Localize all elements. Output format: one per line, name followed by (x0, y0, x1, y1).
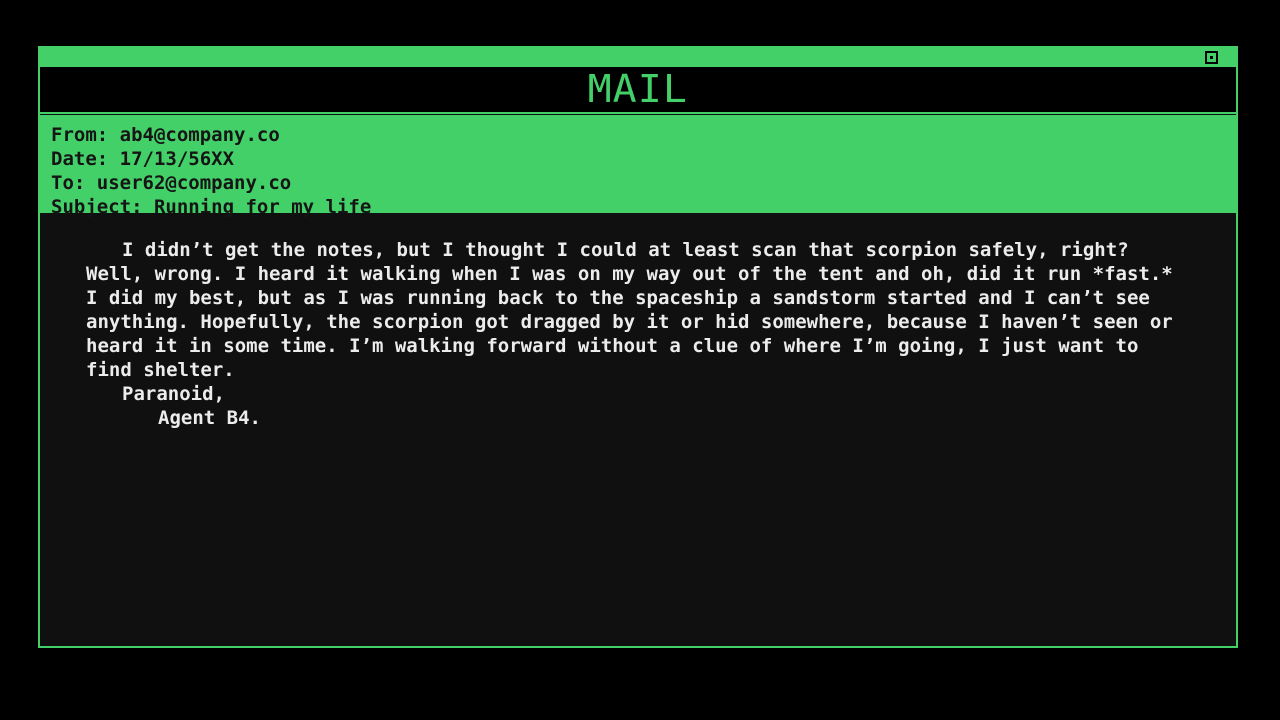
email-signoff: Paranoid, (122, 383, 225, 405)
mail-window: MAIL From: ab4@company.co Date: 17/13/56… (38, 46, 1238, 648)
window-titlebar[interactable] (40, 48, 1236, 67)
email-meta: From: ab4@company.co Date: 17/13/56XX To… (40, 115, 1236, 218)
email-signature: Agent B4. (158, 407, 261, 429)
email-to: To: user62@company.co (51, 172, 292, 194)
email-body: I didn’t get the notes, but I thought I … (40, 213, 1236, 430)
email-date: Date: 17/13/56XX (51, 148, 235, 170)
mail-header: MAIL (40, 67, 1236, 114)
close-icon[interactable] (1205, 51, 1218, 64)
email-from: From: ab4@company.co (51, 124, 280, 146)
email-body-text: I didn’t get the notes, but I thought I … (86, 239, 1173, 381)
page-title: MAIL (587, 67, 689, 111)
